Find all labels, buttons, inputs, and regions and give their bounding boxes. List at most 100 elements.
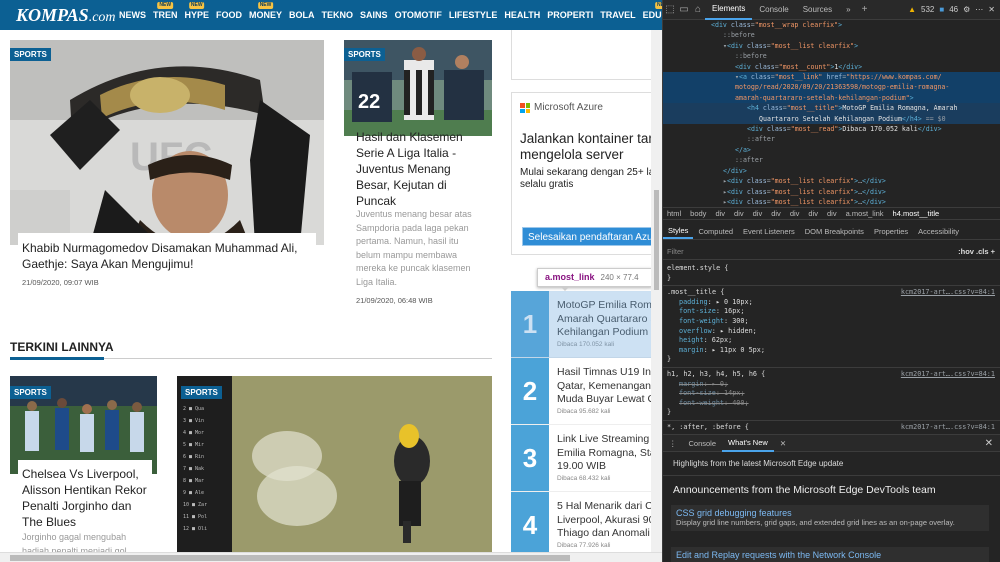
nav-item[interactable]: MONEY NEW [246, 0, 286, 30]
nav-item[interactable]: LIFESTYLE [445, 0, 501, 30]
css-source-link[interactable]: kcm2017-art….css?v=84:1 [901, 288, 995, 298]
device-toolbar-icon[interactable]: ▭ [677, 4, 691, 15]
css-rule[interactable]: *, :after, :before {kcm2017-art….css?v=8… [663, 421, 1000, 430]
css-property[interactable]: overflow: ▸ hidden; [667, 327, 997, 337]
announcement-card[interactable]: CSS grid debugging features Display grid… [671, 505, 989, 531]
styles-sub-tab[interactable]: Styles [663, 224, 694, 239]
vertical-scrollbar[interactable] [651, 30, 662, 552]
horizontal-scrollbar[interactable] [0, 552, 662, 562]
info-count[interactable]: 46 [949, 5, 958, 14]
nav-item[interactable]: HYPE NEW [181, 0, 213, 30]
styles-sub-tab[interactable]: Event Listeners [738, 224, 800, 239]
css-property[interactable]: font-size: 14px; [667, 389, 997, 399]
dom-node-line[interactable]: ▸<div class="most__list clearfix">…</div… [663, 197, 1000, 206]
announcement-title[interactable]: CSS grid debugging features [676, 508, 984, 518]
nav-item[interactable]: TRAVEL [597, 0, 639, 30]
nav-item[interactable]: OTOMOTIF [391, 0, 445, 30]
main-article-title[interactable]: Khabib Nurmagomedov Disamakan Muhammad A… [22, 240, 312, 272]
dom-node-line[interactable]: ▸<div class="most__list clearfix">…</div… [663, 187, 1000, 197]
css-property[interactable]: font-weight: 300; [667, 317, 997, 327]
css-property[interactable]: margin: ▸ 11px 0 5px; [667, 346, 997, 356]
css-source-link[interactable]: kcm2017-art….css?v=84:1 [901, 370, 995, 380]
tab-console[interactable]: Console [752, 0, 795, 20]
styles-pane[interactable]: element.style {} .most__title {kcm2017-ar… [663, 262, 1000, 430]
breadcrumb-item[interactable]: div [715, 209, 725, 218]
dom-node-line[interactable]: <h4 class="most__title">MotoGP Emilia Ro… [663, 103, 1000, 114]
breadcrumb-item[interactable]: div [808, 209, 818, 218]
nav-item[interactable]: FOOD [213, 0, 246, 30]
category-badge[interactable]: SPORTS [10, 48, 51, 61]
dom-node-line[interactable]: <div class="most__wrap clearfix"> [663, 20, 1000, 30]
announcement-card[interactable]: Edit and Replay requests with the Networ… [671, 547, 989, 562]
most-read-item[interactable]: 45 Hal Menarik dari Chelsea Vs Liverpool… [511, 492, 662, 559]
css-property[interactable]: padding: ▸ 0 10px; [667, 298, 997, 308]
filter-options[interactable]: :hov .cls + [958, 244, 995, 260]
dom-node-line[interactable]: </a> [663, 145, 1000, 155]
main-article-image[interactable]: UFC [10, 40, 324, 245]
dom-node-line[interactable]: ▾<a class="most__link" href="https://www… [663, 72, 1000, 83]
terkini-article-image-2[interactable]: 1 ■ Bag2 ■ Qua3 ■ Vin 4 ■ Mor5 ■ Mir6 ■ … [177, 376, 492, 552]
dom-node-line[interactable]: ::before [663, 30, 1000, 40]
scroll-thumb[interactable] [654, 190, 659, 290]
category-badge[interactable]: SPORTS [344, 48, 385, 61]
styles-sub-tab[interactable]: Computed [693, 224, 738, 239]
dom-node-line[interactable]: amarah-quartararo-setelah-kehilangan-pod… [663, 92, 1000, 104]
nav-item[interactable]: TREN NEW [150, 0, 182, 30]
dom-node-line[interactable]: <div class="most__count">1</div> [663, 62, 1000, 72]
styles-sub-tab[interactable]: Accessibility [913, 224, 964, 239]
css-rule[interactable]: h1, h2, h3, h4, h5, h6 {kcm2017-art….css… [663, 368, 1000, 421]
dom-tree[interactable]: <div class="most__wrap clearfix">::befor… [663, 20, 1000, 206]
breadcrumb-item[interactable]: body [690, 209, 706, 218]
dom-node-line[interactable]: <div class="most__read">Dibaca 170.052 k… [663, 124, 1000, 134]
breadcrumb-item[interactable]: div [827, 209, 837, 218]
most-read-title[interactable]: Link Live Streaming MotoGP Emilia Romagn… [557, 433, 662, 474]
breadcrumb-item[interactable]: div [734, 209, 744, 218]
tab-elements[interactable]: Elements [705, 0, 753, 20]
css-property[interactable]: font-weight: 400; [667, 399, 997, 409]
css-rule[interactable]: element.style {} [663, 262, 1000, 287]
css-property[interactable]: font-size: 16px; [667, 307, 997, 317]
nav-item[interactable]: NEWS [116, 0, 150, 30]
breadcrumb-item[interactable]: html [667, 209, 681, 218]
drawer-tab-whats-new[interactable]: What's New [722, 435, 774, 452]
css-source-link[interactable]: kcm2017-art….css?v=84:1 [901, 423, 995, 430]
nav-item[interactable]: HEALTH [501, 0, 544, 30]
drawer-more-icon[interactable]: ⋮ [663, 435, 683, 452]
nav-item[interactable]: BOLA [286, 0, 319, 30]
breadcrumb-item[interactable]: div [771, 209, 781, 218]
category-badge[interactable]: SPORTS [181, 386, 222, 399]
most-read-item[interactable]: 3Link Live Streaming MotoGP Emilia Romag… [511, 425, 662, 492]
drawer-tab-console[interactable]: Console [683, 435, 723, 452]
azure-ad[interactable]: Microsoft Azure Jalankan kontainer tanpa… [511, 92, 662, 255]
info-icon[interactable]: ■ [939, 5, 944, 14]
category-badge[interactable]: SPORTS [10, 386, 51, 399]
dom-node-line[interactable]: ::after [663, 155, 1000, 165]
styles-sub-tab[interactable]: DOM Breakpoints [800, 224, 869, 239]
close-drawer-icon[interactable]: ✕ [985, 438, 1000, 449]
more-tabs-button[interactable]: » [839, 0, 857, 20]
tab-sources[interactable]: Sources [796, 0, 839, 20]
warning-count[interactable]: 532 [921, 5, 934, 14]
nav-item[interactable]: SAINS [357, 0, 392, 30]
nav-item[interactable]: PROPERTI [544, 0, 597, 30]
terkini-article-title[interactable]: Chelsea Vs Liverpool, Alisson Hentikan R… [22, 466, 148, 530]
dom-node-line[interactable]: Quartararo Setelah Kehilangan Podium</h4… [663, 113, 1000, 125]
side-article-title[interactable]: Hasil dan Klasemen Serie A Liga Italia -… [356, 129, 484, 209]
dom-node-line[interactable]: ▸<div class="most__list clearfix">…</div… [663, 176, 1000, 186]
more-options-icon[interactable]: ⋯ [975, 5, 983, 14]
dom-node-line[interactable]: ::after [663, 134, 1000, 144]
dom-node-line[interactable]: motogp/read/2020/09/20/21363598/motogp-e… [663, 82, 1000, 93]
site-logo[interactable]: KOMPAS.com [0, 5, 116, 26]
settings-gear-icon[interactable]: ⚙ [963, 5, 970, 14]
breadcrumb-item[interactable]: div [790, 209, 800, 218]
close-tab-icon[interactable]: ✕ [774, 435, 792, 452]
home-icon[interactable]: ⌂ [691, 4, 705, 15]
inspect-element-icon[interactable]: ⬚ [663, 4, 677, 15]
most-read-title[interactable]: Hasil Timnas U19 Indonesia vs Qatar, Kem… [557, 366, 662, 407]
close-devtools-icon[interactable]: ✕ [988, 5, 995, 14]
dom-node-line[interactable]: ::before [663, 51, 1000, 61]
breadcrumb-item[interactable]: a.most_link [846, 209, 884, 218]
styles-filter[interactable]: Filter :hov .cls + [663, 244, 1000, 260]
scroll-thumb[interactable] [10, 555, 570, 561]
css-rule[interactable]: .most__title {kcm2017-art….css?v=84:1 pad… [663, 286, 1000, 368]
